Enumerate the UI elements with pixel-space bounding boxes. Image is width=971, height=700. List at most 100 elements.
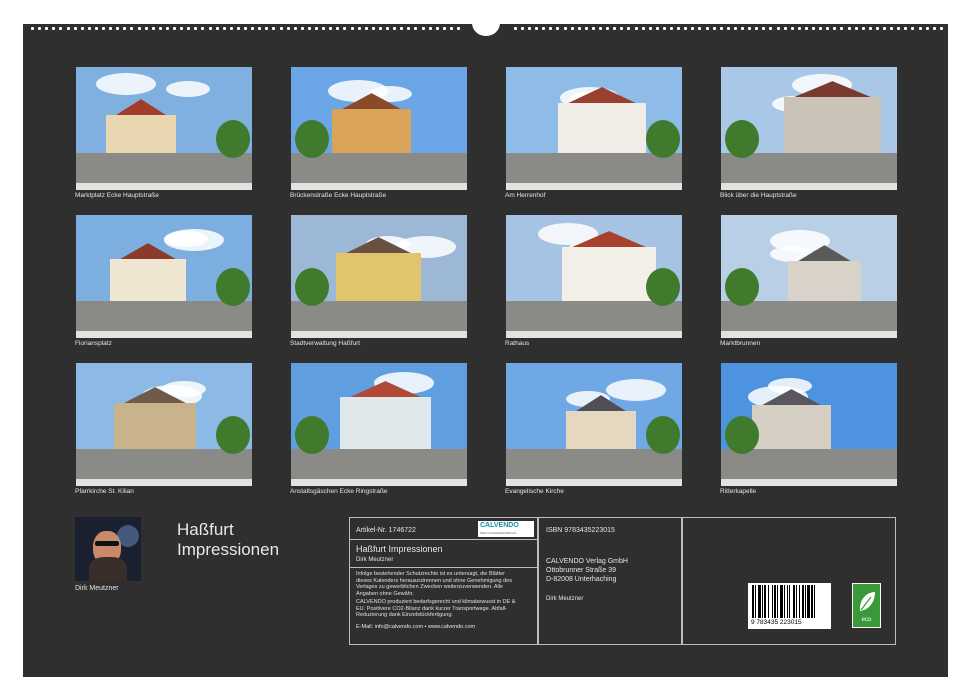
spiral-hole xyxy=(691,27,695,30)
photo-5 xyxy=(76,215,252,338)
spiral-hole xyxy=(599,27,602,30)
spiral-hole xyxy=(80,27,84,30)
spiral-hole xyxy=(251,27,255,30)
spiral-hole xyxy=(819,27,823,30)
spiral-hole xyxy=(932,27,936,30)
spiral-hole xyxy=(31,27,34,30)
product-title: Haßfurt Impressionen xyxy=(356,544,443,554)
spiral-hole xyxy=(840,27,844,30)
spiral-hole xyxy=(812,27,815,30)
spiral-hole xyxy=(457,27,460,30)
photo-3 xyxy=(506,67,682,190)
spiral-hole xyxy=(59,27,63,30)
publisher-street: Ottobrunner Straße 39 xyxy=(546,567,617,574)
spiral-hole xyxy=(265,27,269,30)
spiral-hole xyxy=(293,27,297,30)
spiral-hole xyxy=(414,27,418,30)
spiral-hole xyxy=(584,27,588,30)
spiral-hole xyxy=(449,27,453,30)
spiral-hole xyxy=(109,27,113,30)
copyright-notice: Infolge bestehender Schutzrechte ist es … xyxy=(356,571,512,597)
photo-12 xyxy=(721,363,897,486)
publisher-city: D-82008 Unterhaching xyxy=(546,576,617,583)
photo-caption-7: Rathaus xyxy=(505,340,530,347)
author-name: Dirk Meutzner xyxy=(75,585,119,592)
spiral-hole xyxy=(549,27,553,30)
spiral-hole xyxy=(357,27,361,30)
spiral-hole xyxy=(300,27,304,30)
spiral-hole xyxy=(606,27,610,30)
spiral-hole xyxy=(613,27,617,30)
spiral-hole xyxy=(52,27,56,30)
spiral-hole xyxy=(655,27,659,30)
spiral-hole xyxy=(620,27,624,30)
photo-caption-6: Stadtverwaltung Haßfurt xyxy=(290,340,361,347)
spiral-hole xyxy=(272,27,276,30)
barcode: 9 783435 223015 xyxy=(748,583,831,629)
spiral-hole xyxy=(712,27,716,30)
spiral-hole xyxy=(73,27,77,30)
spiral-hole xyxy=(187,27,191,30)
spiral-hole xyxy=(733,27,737,30)
spiral-hole xyxy=(670,27,673,30)
spiral-hole xyxy=(925,27,929,30)
spiral-hole xyxy=(151,27,155,30)
photo-caption-11: Evangelische Kirche xyxy=(505,488,564,495)
spiral-hole xyxy=(875,27,879,30)
spiral-hole xyxy=(158,27,162,30)
publisher-name: CALVENDO Verlag GmbH xyxy=(546,558,628,565)
spiral-hole xyxy=(705,27,709,30)
spiral-hole xyxy=(144,27,148,30)
spiral-hole xyxy=(322,27,326,30)
spiral-hole xyxy=(648,27,652,30)
photo-caption-1: Marktplatz Ecke Hauptstraße xyxy=(75,192,159,199)
contact-line: E-Mail: info@calvendo.com • www.calvendo… xyxy=(356,624,476,630)
calendar-back-cover: Marktplatz Ecke Hauptstraße Brückenstraße… xyxy=(23,10,948,677)
calvendo-logo-text: CALVENDO xyxy=(480,522,519,529)
barcode-box: 9 783435 223015 eco xyxy=(681,517,896,645)
spiral-hole xyxy=(386,27,389,30)
spiral-hole xyxy=(861,27,865,30)
photo-caption-10: Anstaltsgäschen Ecke Ringstraße xyxy=(290,488,388,495)
spiral-hole xyxy=(542,27,546,30)
article-number: Artikel-Nr. 1746722 xyxy=(356,527,416,534)
spiral-hole xyxy=(847,27,851,30)
spiral-hole xyxy=(563,27,567,30)
photo-1 xyxy=(76,67,252,190)
photo-4 xyxy=(721,67,897,190)
product-author: Dirk Meutzner xyxy=(356,557,394,563)
spiral-hole xyxy=(804,27,808,30)
calvendo-logo-sub: MEIN KALENDERVERLAG xyxy=(480,531,517,535)
barcode-digits: 9 783435 223015 xyxy=(751,619,802,626)
spiral-hole xyxy=(634,27,638,30)
photo-2 xyxy=(291,67,467,190)
spiral-hole xyxy=(698,27,702,30)
spiral-hole xyxy=(684,27,688,30)
leaf-icon xyxy=(859,592,875,611)
calvendo-logo: CALVENDO MEIN KALENDERVERLAG xyxy=(478,521,534,537)
product-info-box: Artikel-Nr. 1746722 CALVENDO MEIN KALEND… xyxy=(349,517,539,645)
spiral-hole xyxy=(748,27,752,30)
spiral-hole xyxy=(627,27,631,30)
spiral-hole xyxy=(556,27,560,30)
spiral-hole xyxy=(442,27,446,30)
spiral-hole xyxy=(215,27,219,30)
spiral-hole xyxy=(336,27,340,30)
spiral-hole xyxy=(130,27,134,30)
spiral-hole xyxy=(378,27,382,30)
spiral-hole xyxy=(180,27,184,30)
spiral-hole xyxy=(797,27,801,30)
spiral-hole xyxy=(201,27,205,30)
barcode-bars-icon xyxy=(752,585,815,618)
spiral-hole xyxy=(45,27,49,30)
spiral-hole xyxy=(662,27,666,30)
spiral-hole xyxy=(528,27,531,30)
photo-8 xyxy=(721,215,897,338)
spiral-hole xyxy=(911,27,915,30)
spiral-hole xyxy=(883,27,886,30)
spiral-hole xyxy=(222,27,226,30)
photo-7 xyxy=(506,215,682,338)
spiral-hole xyxy=(890,27,894,30)
photo-caption-5: Floriansplatz xyxy=(75,340,112,347)
spiral-hole xyxy=(94,27,98,30)
